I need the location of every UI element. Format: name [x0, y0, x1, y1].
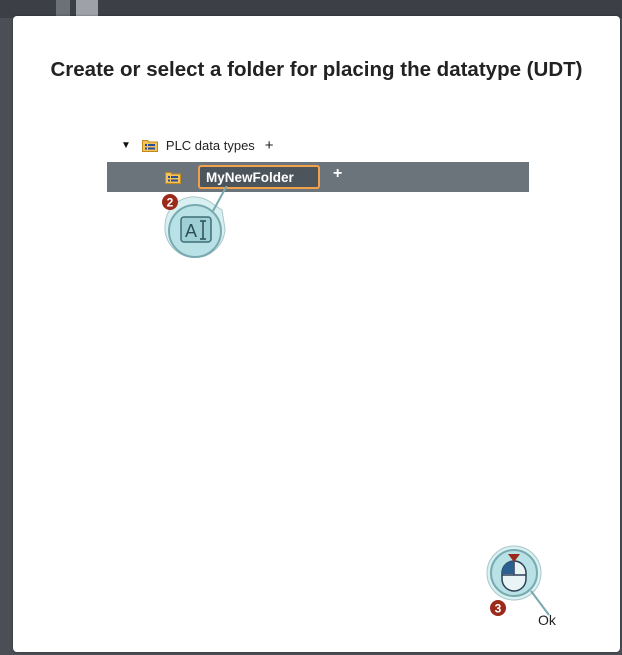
- callout-click-ok: 3: [486, 545, 550, 616]
- add-subfolder-icon[interactable]: +: [333, 165, 342, 183]
- tree-item-label: PLC data types: [165, 137, 255, 153]
- step-badge-3: 3: [495, 602, 502, 616]
- tree-item-plc-data-types[interactable]: ▼ PLC data types +: [121, 134, 274, 156]
- add-folder-icon[interactable]: +: [265, 137, 274, 154]
- mouse-click-icon: [501, 554, 527, 592]
- tree-item-new-folder[interactable]: +: [107, 162, 529, 192]
- ok-button[interactable]: Ok: [538, 612, 556, 628]
- expand-toggle-icon[interactable]: ▼: [121, 140, 131, 151]
- folder-icon: [141, 138, 158, 152]
- folder-name-input[interactable]: [198, 165, 320, 189]
- folder-icon: [165, 170, 181, 184]
- folder-dialog: Create or select a folder for placing th…: [13, 16, 620, 652]
- folder-tree: ▼ PLC data types + MyNewFolder +: [13, 16, 620, 316]
